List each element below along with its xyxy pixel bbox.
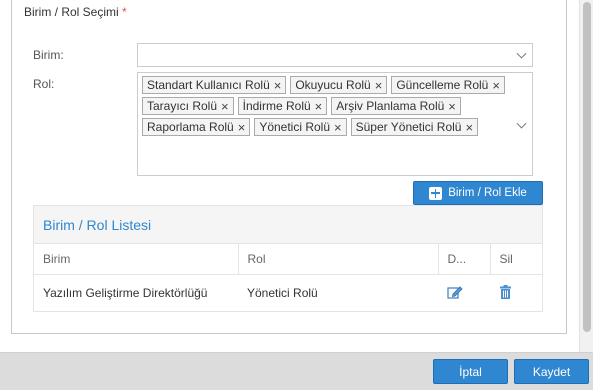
remove-chip-icon[interactable]: × [274,79,282,92]
column-header-rol[interactable]: Rol [238,244,439,275]
rol-chip-label: Güncelleme Rolü [396,78,489,92]
chevron-down-icon[interactable] [516,118,527,129]
rol-chip-label: Tarayıcı Rolü [147,99,218,113]
birim-rol-list-panel: Birim / Rol Listesi Birim Rol D... Sil Y… [33,205,543,312]
rol-chip: Arşiv Planlama Rolü × [331,97,461,115]
row-rol: Yönetici Rolü [247,286,318,301]
column-header-duzenle[interactable]: D... [438,244,491,275]
add-birim-rol-button[interactable]: Birim / Rol Ekle [413,181,543,205]
remove-chip-icon[interactable]: × [465,121,473,134]
remove-chip-icon[interactable]: × [334,121,342,134]
trash-icon[interactable] [499,284,512,299]
rol-chip: İndirme Rolü × [237,97,328,115]
scrollbar-thumb[interactable] [583,2,591,332]
cancel-button[interactable]: İptal [433,359,508,384]
dialog-content: Birim / Rol Seçimi * Birim: Rol: Standar… [0,0,579,352]
rol-chip-label: Yönetici Rolü [259,120,331,134]
rol-chip: Güncelleme Rolü × [391,76,505,94]
required-mark: * [122,5,127,19]
rol-chip-list: Standart Kullanıcı Rolü × Okuyucu Rolü × Gün… [142,75,512,138]
vertical-scrollbar[interactable] [579,0,593,352]
remove-chip-icon[interactable]: × [315,100,323,113]
rol-chip-label: Raporlama Rolü [147,120,234,134]
column-header-sil[interactable]: Sil [490,244,542,275]
birim-label: Birim: [33,48,64,62]
save-button[interactable]: Kaydet [514,359,589,384]
plus-square-icon [429,186,443,200]
remove-chip-icon[interactable]: × [238,121,246,134]
table-header-row: Birim Rol D... Sil [34,244,542,275]
add-button-label: Birim / Rol Ekle [448,187,527,199]
rol-chip: Yönetici Rolü × [254,118,347,136]
rol-chip-label: Arşiv Planlama Rolü [336,99,445,113]
section-title-text: Birim / Rol Seçimi [24,5,119,19]
remove-chip-icon[interactable]: × [221,100,229,113]
rol-chip-label: Süper Yönetici Rolü [355,120,462,134]
rol-chip: Okuyucu Rolü × [290,76,388,94]
rol-chip-label: İndirme Rolü [242,99,311,113]
dialog-footer: İptal Kaydet [0,352,593,390]
list-title: Birim / Rol Listesi [34,206,542,244]
birim-select[interactable] [137,43,533,67]
rol-chip-label: Okuyucu Rolü [295,78,371,92]
remove-chip-icon[interactable]: × [492,79,500,92]
row-delete-cell [490,274,542,312]
edit-icon[interactable] [447,285,463,299]
section-title: Birim / Rol Seçimi * [20,5,131,19]
birim-rol-table: Birim Rol D... Sil Yazılım Geliştirme Di… [34,244,542,312]
rol-chip: Süper Yönetici Rolü × [350,118,479,136]
rol-chip-label: Standart Kullanıcı Rolü [147,78,270,92]
rol-chip: Raporlama Rolü × [142,118,251,136]
rol-multiselect[interactable]: Standart Kullanıcı Rolü × Okuyucu Rolü × Gün… [137,72,533,176]
rol-chip: Standart Kullanıcı Rolü × [142,76,287,94]
rol-label: Rol: [33,77,55,91]
row-edit-cell [438,274,490,312]
table-row: Yazılım Geliştirme Direktörlüğü Yönetici… [34,274,542,312]
remove-chip-icon[interactable]: × [448,100,456,113]
row-birim: Yazılım Geliştirme Direktörlüğü [43,286,208,301]
chevron-down-icon[interactable] [516,48,527,59]
column-header-birim[interactable]: Birim [34,244,239,275]
rol-chip: Tarayıcı Rolü × [142,97,234,115]
remove-chip-icon[interactable]: × [375,79,383,92]
